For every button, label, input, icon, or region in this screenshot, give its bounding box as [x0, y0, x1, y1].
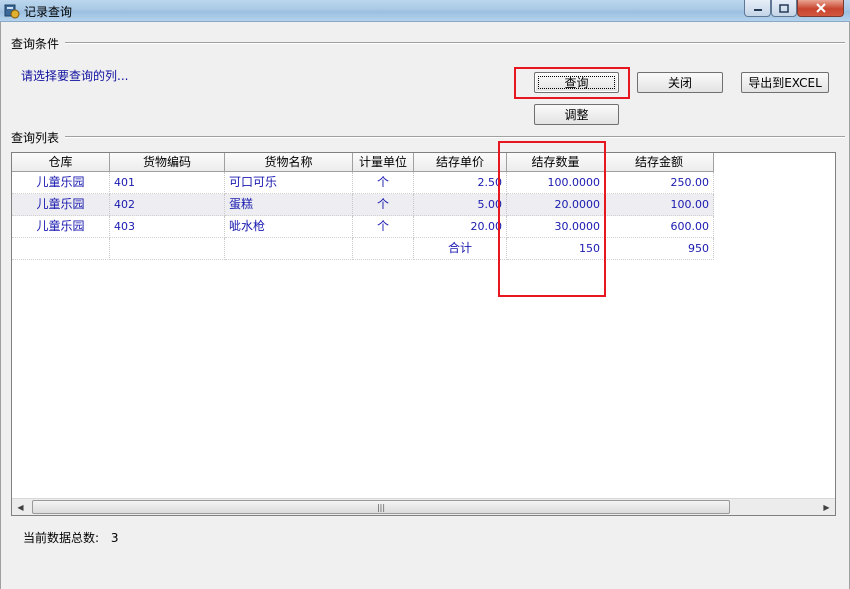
- cell-item-code[interactable]: 402: [110, 194, 225, 216]
- total-label: 合计: [414, 238, 507, 260]
- scroll-grip: |||: [376, 502, 386, 512]
- cell-item-name[interactable]: 呲水枪: [225, 216, 353, 238]
- total-row[interactable]: 合计 150 950: [12, 238, 714, 260]
- maximize-button[interactable]: [771, 0, 797, 17]
- export-excel-button[interactable]: 导出到EXCEL: [741, 72, 829, 93]
- column-select-hint[interactable]: 请选择要查询的列...: [21, 67, 128, 84]
- total-cell-item-code: [110, 238, 225, 260]
- column-header-amount[interactable]: 结存金额: [605, 153, 714, 172]
- total-quantity: 150: [507, 238, 605, 260]
- close-window-button[interactable]: [797, 0, 844, 17]
- cell-item-name[interactable]: 可口可乐: [225, 172, 353, 194]
- status-bar: 当前数据总数: 3: [23, 529, 119, 546]
- cell-amount[interactable]: 600.00: [605, 216, 714, 238]
- cell-quantity[interactable]: 30.0000: [507, 216, 605, 238]
- scroll-right-button[interactable]: ▶: [818, 499, 835, 515]
- cell-amount[interactable]: 250.00: [605, 172, 714, 194]
- list-group-label: 查询列表: [11, 129, 64, 146]
- cell-unit[interactable]: 个: [353, 216, 414, 238]
- adjust-button[interactable]: 调整: [534, 104, 619, 125]
- arrow-left-icon: ◀: [17, 502, 24, 512]
- arrow-right-icon: ▶: [823, 502, 830, 512]
- total-amount: 950: [605, 238, 714, 260]
- scroll-left-button[interactable]: ◀: [12, 499, 29, 515]
- cell-unit[interactable]: 个: [353, 172, 414, 194]
- scroll-thumb[interactable]: |||: [32, 500, 730, 514]
- table-row[interactable]: 儿童乐园 402 蛋糕 个 5.00 20.0000 100.00: [12, 194, 714, 216]
- conditions-group-label: 查询条件: [11, 35, 64, 52]
- cell-unit[interactable]: 个: [353, 194, 414, 216]
- total-cell-warehouse: [12, 238, 110, 260]
- close-icon: [815, 3, 826, 13]
- grid-rows: 儿童乐园 401 可口可乐 个 2.50 100.0000 250.00 儿童乐…: [12, 172, 714, 260]
- column-header-unit[interactable]: 计量单位: [353, 153, 414, 172]
- cell-warehouse[interactable]: 儿童乐园: [12, 194, 110, 216]
- close-button[interactable]: 关闭: [637, 72, 723, 93]
- horizontal-scrollbar[interactable]: ◀ ||| ▶: [12, 498, 835, 515]
- list-divider: [65, 136, 845, 138]
- maximize-icon: [779, 3, 789, 13]
- column-header-warehouse[interactable]: 仓库: [12, 153, 110, 172]
- total-cell-item-name: [225, 238, 353, 260]
- cell-warehouse[interactable]: 儿童乐园: [12, 216, 110, 238]
- cell-quantity[interactable]: 100.0000: [507, 172, 605, 194]
- column-header-item-code[interactable]: 货物编码: [110, 153, 225, 172]
- cell-unit-price[interactable]: 5.00: [414, 194, 507, 216]
- record-count-label: 当前数据总数:: [23, 531, 100, 545]
- cell-amount[interactable]: 100.00: [605, 194, 714, 216]
- cell-item-code[interactable]: 403: [110, 216, 225, 238]
- app-icon: [4, 4, 20, 19]
- window-title: 记录查询: [24, 5, 73, 19]
- table-row[interactable]: 儿童乐园 403 呲水枪 个 20.00 30.0000 600.00: [12, 216, 714, 238]
- cell-warehouse[interactable]: 儿童乐园: [12, 172, 110, 194]
- conditions-divider: [65, 42, 845, 44]
- cell-item-code[interactable]: 401: [110, 172, 225, 194]
- grid-header: 仓库 货物编码 货物名称 计量单位 结存单价 结存数量 结存金额: [12, 153, 714, 172]
- minimize-button[interactable]: [744, 0, 771, 17]
- cell-item-name[interactable]: 蛋糕: [225, 194, 353, 216]
- minimize-icon: [753, 9, 762, 11]
- cell-unit-price[interactable]: 20.00: [414, 216, 507, 238]
- cell-unit-price[interactable]: 2.50: [414, 172, 507, 194]
- column-header-item-name[interactable]: 货物名称: [225, 153, 353, 172]
- column-header-unit-price[interactable]: 结存单价: [414, 153, 507, 172]
- cell-quantity[interactable]: 20.0000: [507, 194, 605, 216]
- title-bar[interactable]: 记录查询: [0, 0, 850, 22]
- total-cell-unit: [353, 238, 414, 260]
- column-header-quantity[interactable]: 结存数量: [507, 153, 605, 172]
- results-grid[interactable]: 仓库 货物编码 货物名称 计量单位 结存单价 结存数量 结存金额 儿童乐园 40…: [11, 152, 836, 516]
- query-button[interactable]: 查询: [534, 72, 619, 93]
- client-area: 查询条件 请选择要查询的列... 查询 关闭 导出到EXCEL 调整 查询列表 …: [0, 22, 850, 589]
- record-count-value: 3: [110, 531, 119, 545]
- table-row[interactable]: 儿童乐园 401 可口可乐 个 2.50 100.0000 250.00: [12, 172, 714, 194]
